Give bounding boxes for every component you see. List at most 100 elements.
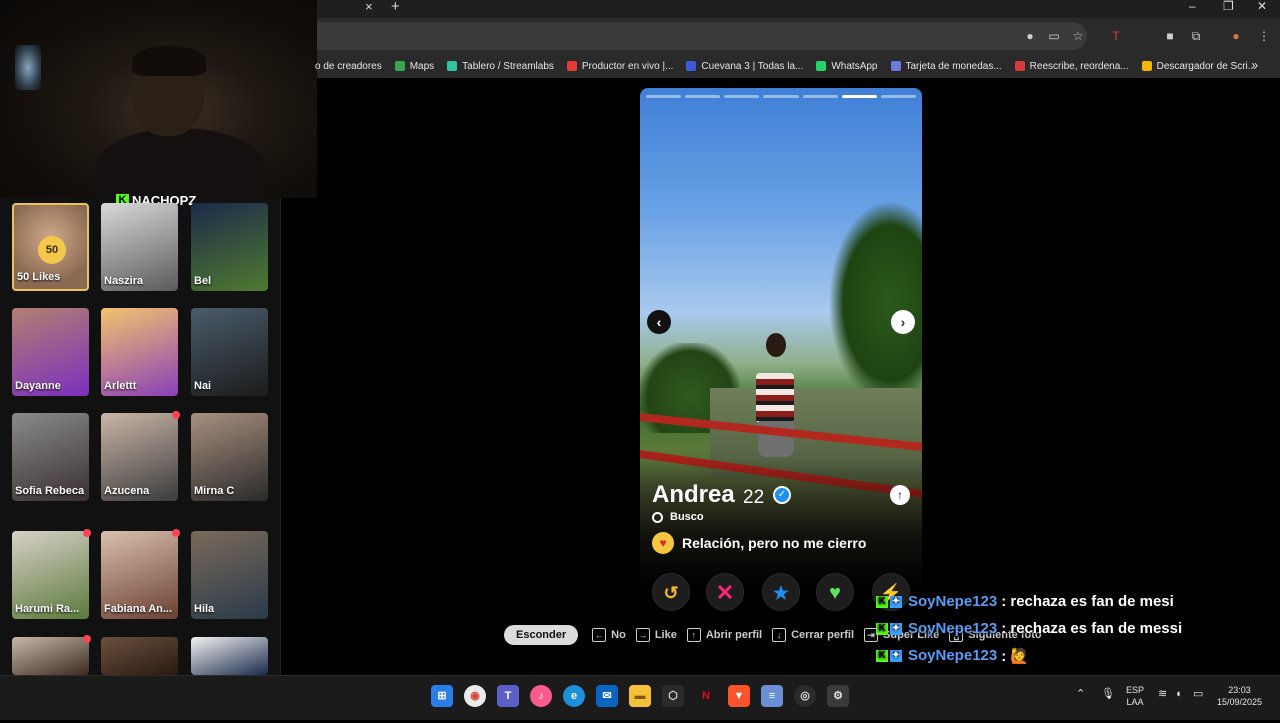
bookmark-item[interactable]: Maps <box>394 61 434 72</box>
bookmarks-overflow-icon[interactable]: » <box>1251 58 1258 72</box>
chat-message: K ✦ SoyNepe123: 🙋 <box>876 642 1280 669</box>
microphone-icon[interactable]: 🎙 <box>1101 688 1115 700</box>
chrome-app-icon[interactable]: ◉ <box>464 685 486 707</box>
wifi-icon[interactable]: ≋ <box>1158 688 1167 700</box>
new-tab-button[interactable]: + <box>391 0 400 15</box>
match-card[interactable]: Sofia Rebeca <box>12 413 89 501</box>
browser-toolbar: ● ▭ ☆ T ■ ⧉ ● ⋮ <box>317 18 1280 54</box>
bookmark-item[interactable]: o de creadores <box>315 61 382 72</box>
netflix-app-icon[interactable]: N <box>695 685 717 707</box>
language-indicator[interactable]: ESP LAA <box>1126 684 1144 708</box>
restore-button[interactable]: ❐ <box>1223 0 1234 13</box>
subscriber-badge-icon: ✦ <box>890 649 902 662</box>
match-card[interactable]: Fabiana An... <box>101 529 180 619</box>
profile-age: 22 <box>743 487 765 508</box>
likes-label: 50 Likes <box>17 271 61 283</box>
battery-icon[interactable]: ▭ <box>1193 688 1203 700</box>
photo-progress-segment <box>724 95 760 98</box>
cast-icon[interactable]: ▭ <box>1047 29 1061 43</box>
start-button-icon[interactable]: ⊞ <box>431 685 453 707</box>
shortcut-label: Cerrar perfil <box>791 629 855 641</box>
streamlabs-app-icon[interactable]: ◎ <box>794 685 816 707</box>
chat-username[interactable]: SoyNepe123 <box>908 620 997 637</box>
bookmark-item[interactable]: Tarjeta de monedas... <box>890 61 1002 72</box>
file-explorer-app-icon[interactable]: ▬ <box>629 685 651 707</box>
bookmark-label: Tablero / Streamlabs <box>462 60 554 72</box>
chat-message: K ✦ SoyNepe123: rechaza es fan de messi <box>876 615 1280 642</box>
match-card[interactable]: Azucena <box>101 411 180 501</box>
location-icon[interactable]: ● <box>1023 29 1037 43</box>
stacked-app-icon[interactable]: ≡ <box>761 685 783 707</box>
hide-shortcuts-button[interactable]: Esconder <box>504 625 579 645</box>
subscriber-badge-icon: ✦ <box>890 622 902 635</box>
bookmark-label: WhatsApp <box>831 60 878 72</box>
bookmark-favicon-icon <box>1141 61 1152 71</box>
looking-for-label: Busco <box>670 511 704 523</box>
nope-button[interactable]: ✕ <box>706 573 744 611</box>
bookmark-item[interactable]: Descargador de Scri... <box>1141 61 1256 72</box>
tab-strip: × + – ❐ ✕ <box>317 0 1280 18</box>
kick-badge-icon: K <box>876 649 888 662</box>
match-card[interactable]: Naszira <box>101 203 178 291</box>
superlike-button[interactable]: ★ <box>762 573 800 611</box>
keyboard-key-icon: ↓ <box>772 628 787 642</box>
shortcut-label: No <box>611 629 626 641</box>
obs-app-icon[interactable]: ⬡ <box>662 685 684 707</box>
shortcut-hint: → Like <box>635 628 677 642</box>
profile-avatar-icon[interactable]: ● <box>1229 29 1243 43</box>
minimize-button[interactable]: – <box>1189 0 1196 13</box>
gold-heart-icon: ♥ <box>58 287 65 289</box>
chat-message: K ✦ SoyNepe123: rechaza es fan de mesi <box>876 588 1280 615</box>
teams-app-icon[interactable]: T <box>497 685 519 707</box>
match-card[interactable] <box>12 635 91 675</box>
like-button[interactable]: ♥ <box>816 573 854 611</box>
match-card[interactable]: Mirna C <box>191 413 268 501</box>
volume-icon[interactable]: ◖ <box>1175 688 1182 700</box>
bookmark-item[interactable]: Cuevana 3 | Todas la... <box>686 61 803 72</box>
menu-kebab-icon[interactable]: ⋮ <box>1257 29 1271 43</box>
photo-progress-segment <box>802 95 838 98</box>
open-profile-button[interactable]: ↑ <box>890 485 910 505</box>
match-card[interactable]: Bel <box>191 203 268 291</box>
outlook-app-icon[interactable]: ✉ <box>596 685 618 707</box>
bookmark-label: Reescribe, reordena... <box>1029 60 1129 72</box>
match-card[interactable]: Arlettt <box>101 308 178 396</box>
shortcut-hint: ↓ Cerrar perfil <box>772 628 854 642</box>
match-card[interactable] <box>101 637 178 675</box>
address-bar[interactable] <box>317 22 1087 50</box>
settings-gear-icon[interactable]: ⚙ <box>827 685 849 707</box>
chat-text: : rechaza es fan de mesi <box>1001 593 1174 610</box>
chat-username[interactable]: SoyNepe123 <box>908 647 997 664</box>
match-card[interactable] <box>191 637 268 675</box>
next-photo-button[interactable]: › <box>891 310 915 334</box>
bookmark-item[interactable]: Productor en vivo |... <box>566 61 673 72</box>
match-card[interactable]: Nai <box>191 308 268 396</box>
profile-card[interactable]: ‹ › Andrea 22 ✓ ↑ Busco ♥ Relación, pero… <box>640 88 922 588</box>
keyboard-key-icon: ← <box>592 628 607 642</box>
tab-close-icon[interactable]: × <box>365 0 373 14</box>
extension-square-icon[interactable]: ■ <box>1163 29 1177 43</box>
photo-progress <box>646 95 916 98</box>
close-window-button[interactable]: ✕ <box>1257 0 1267 13</box>
itunes-app-icon[interactable]: ♪ <box>530 685 552 707</box>
chat-username[interactable]: SoyNepe123 <box>908 593 997 610</box>
edge-app-icon[interactable]: e <box>563 685 585 707</box>
bookmark-item[interactable]: Tablero / Streamlabs <box>447 61 554 72</box>
brave-app-icon[interactable]: ▼ <box>728 685 750 707</box>
bookmark-star-icon[interactable]: ☆ <box>1071 29 1085 43</box>
clock[interactable]: 23:03 15/09/2025 <box>1217 684 1262 708</box>
photo-tree <box>830 203 922 403</box>
match-name: Sofia Rebeca <box>15 485 85 497</box>
match-card[interactable]: Hila <box>191 531 268 619</box>
extensions-puzzle-icon[interactable]: ⧉ <box>1189 29 1203 43</box>
tray-chevron-icon[interactable]: ⌃ <box>1076 688 1085 700</box>
bookmark-item[interactable]: Reescribe, reordena... <box>1014 60 1129 72</box>
match-card[interactable]: Harumi Ra... <box>12 529 91 619</box>
extension-tp-icon[interactable]: T <box>1109 29 1123 43</box>
bookmark-item[interactable]: WhatsApp <box>816 60 878 72</box>
likes-you-card[interactable]: 50 50 Likes ♥ <box>12 203 89 291</box>
prev-photo-button[interactable]: ‹ <box>647 310 671 334</box>
rewind-button[interactable]: ↺ <box>652 573 690 611</box>
lamp-light <box>15 45 41 90</box>
match-card[interactable]: Dayanne <box>12 308 89 396</box>
